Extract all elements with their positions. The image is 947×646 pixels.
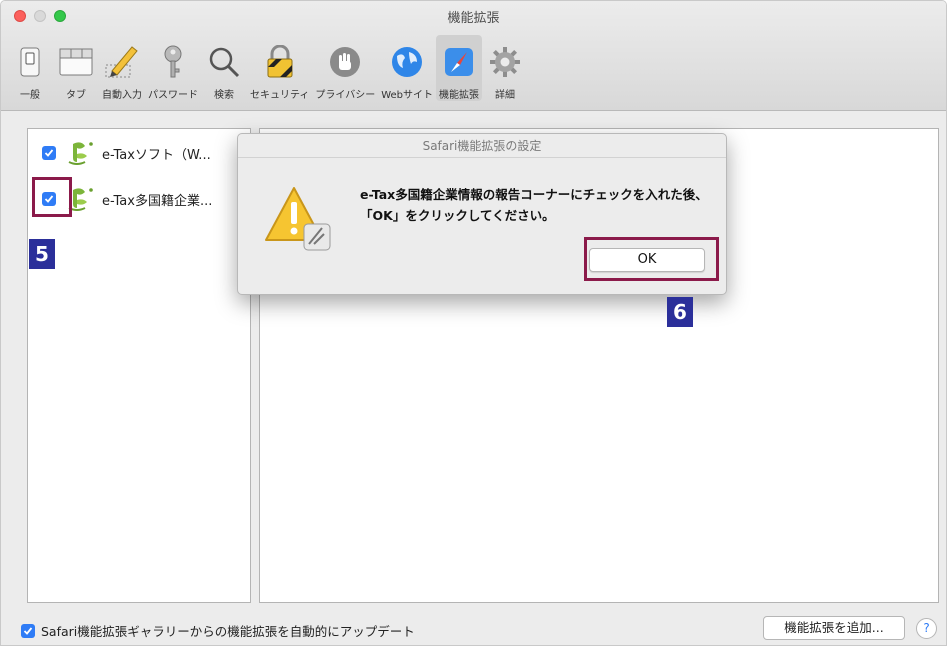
pencil-icon (102, 44, 142, 80)
step-6-badge: 6 (667, 297, 693, 327)
key-icon (153, 44, 193, 80)
tab-advanced[interactable]: 詳細 (482, 35, 528, 101)
step-5-badge: 5 (29, 239, 55, 269)
tab-advanced-label: 詳細 (495, 90, 516, 101)
hand-icon (325, 44, 365, 80)
add-extension-button[interactable]: 機能拡張を追加... (763, 616, 905, 640)
tab-websites-label: Webサイト (381, 90, 434, 101)
auto-update-row[interactable]: Safari機能拡張ギャラリーからの機能拡張を自動的にアップデート (21, 621, 415, 640)
tab-privacy-label: プライバシー (315, 90, 376, 101)
list-item[interactable]: e-Taxソフト（W... (28, 135, 250, 171)
tab-autofill[interactable]: 自動入力 (99, 35, 145, 101)
tab-privacy[interactable]: プライバシー (312, 35, 378, 101)
tab-extensions-label: 機能拡張 (439, 90, 480, 101)
tab-tabs-label: タブ (66, 90, 86, 101)
tab-security[interactable]: セキュリティ (247, 35, 312, 101)
help-button[interactable]: ? (916, 618, 937, 639)
auto-update-label: Safari機能拡張ギャラリーからの機能拡張を自動的にアップデート (41, 624, 415, 639)
tab-general[interactable]: 一般 (7, 35, 53, 101)
extension-label: e-Taxソフト（W... (102, 147, 211, 163)
tab-passwords-label: パスワード (148, 90, 198, 101)
lock-icon (260, 44, 300, 80)
tab-general-label: 一般 (20, 90, 40, 101)
tab-search[interactable]: 検索 (201, 35, 247, 101)
tab-websites[interactable]: Webサイト (378, 35, 436, 101)
dialog-title: Safari機能拡張の設定 (238, 134, 726, 158)
tab-autofill-label: 自動入力 (102, 90, 142, 101)
gear-icon (485, 44, 525, 80)
globe-icon (387, 44, 427, 80)
etax-extension-icon (66, 140, 96, 166)
window-title: 機能拡張 (447, 11, 500, 26)
general-switch-icon (10, 44, 50, 80)
warning-icon (264, 184, 334, 254)
extension-label: e-Tax多国籍企業... (102, 193, 213, 209)
tab-search-label: 検索 (214, 90, 234, 101)
preferences-toolbar: 一般 タブ 自動入力 パスワード 検索 セキュリティ プライバシー Webサイト… (7, 35, 528, 107)
step-6-highlight (584, 237, 719, 281)
title-bar: 機能拡張 一般 タブ 自動入力 パスワード 検索 セキュリティ プライバシー W… (1, 1, 946, 111)
auto-update-checkbox[interactable] (21, 623, 35, 638)
tab-security-label: セキュリティ (250, 90, 310, 101)
tab-tabs[interactable]: タブ (53, 35, 99, 101)
search-icon (204, 44, 244, 80)
tabs-icon (56, 44, 96, 80)
step-5-highlight (32, 177, 72, 217)
tab-extensions[interactable]: 機能拡張 (436, 35, 483, 101)
extension-checkbox[interactable] (42, 146, 56, 160)
preferences-window: 機能拡張 一般 タブ 自動入力 パスワード 検索 セキュリティ プライバシー W… (0, 0, 947, 646)
tab-passwords[interactable]: パスワード (145, 35, 201, 101)
extensions-icon (439, 44, 479, 80)
dialog-message: e-Tax多国籍企業情報の報告コーナーにチェックを入れた後、「OK」をクリックし… (360, 187, 708, 223)
